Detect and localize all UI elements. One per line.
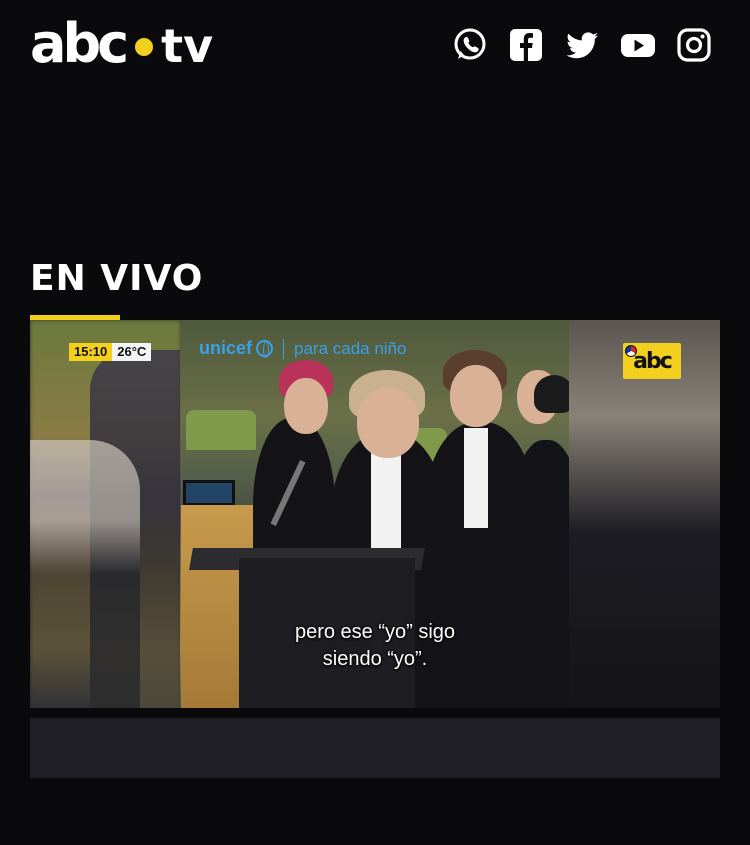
speaker-shirt [464, 428, 488, 528]
speaker-head [284, 378, 328, 434]
paraguay-flag-icon [625, 345, 637, 357]
video-frame: unicef para cada niño pero ese “yo” sigo… [181, 320, 569, 708]
youtube-icon [621, 34, 655, 57]
twitter-link[interactable] [564, 27, 600, 63]
unicef-separator [283, 338, 285, 359]
logo-tv-text: tv [161, 19, 214, 73]
speaker-hair [534, 375, 569, 413]
unicef-banner: unicef para cada niño [199, 338, 407, 359]
channel-badge: abc [623, 343, 681, 379]
clock-time: 15:10 [69, 343, 113, 361]
subtitle-line-2: siendo “yo”. [322, 648, 428, 670]
blurred-figure-right [30, 440, 140, 708]
section-title: EN VIVO [30, 258, 204, 299]
social-links [452, 27, 712, 63]
speaker-head [357, 388, 419, 458]
globe-icon [256, 340, 274, 358]
site-header: abc tv [0, 0, 750, 100]
speaker-head [450, 365, 502, 427]
logo-dot [135, 38, 154, 56]
player-info-bar [30, 718, 720, 778]
unicef-tagline: para cada niño [294, 338, 407, 358]
live-video-player[interactable]: unicef para cada niño pero ese “yo” sigo… [30, 320, 720, 708]
instagram-link[interactable] [676, 27, 712, 63]
whatsapp-icon [454, 28, 486, 60]
youtube-link[interactable] [620, 27, 656, 63]
instagram-icon [677, 28, 711, 62]
assembly-seat [186, 410, 256, 450]
logo-abc-text: abc [30, 12, 129, 75]
subtitle-line-1: pero ese “yo” sigo [294, 621, 456, 643]
clock-temperature: 26°C [112, 343, 152, 361]
facebook-icon [510, 29, 542, 61]
twitter-icon [566, 32, 598, 59]
channel-badge-text: abc [633, 348, 673, 374]
abc-tv-logo[interactable]: abc tv [30, 14, 213, 74]
whatsapp-link[interactable] [452, 27, 488, 63]
desk-monitor [183, 480, 235, 506]
clock-overlay: 15:10 26°C [69, 343, 152, 361]
facebook-link[interactable] [508, 27, 544, 63]
unicef-wordmark: unicef [199, 338, 253, 358]
